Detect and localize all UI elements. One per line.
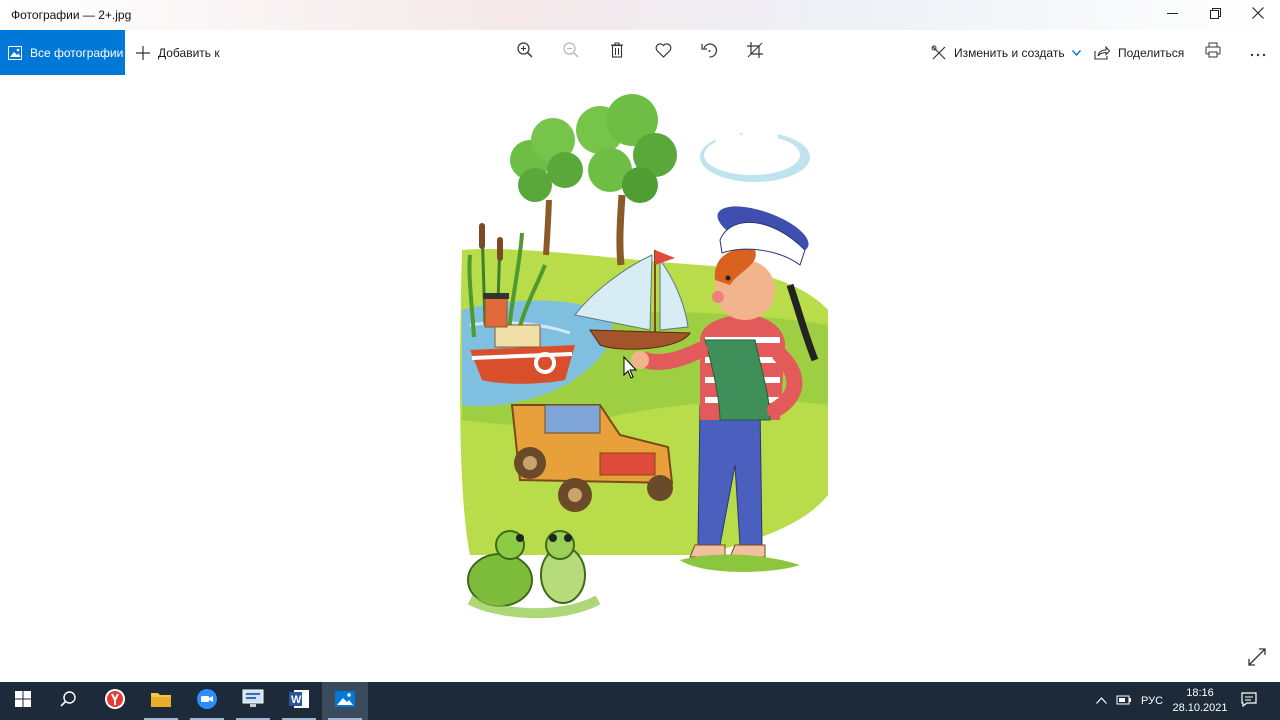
- photos-collection-icon: [8, 45, 22, 60]
- print-icon: [1205, 42, 1221, 63]
- word-icon: W: [288, 689, 310, 714]
- restore-button[interactable]: [1192, 0, 1238, 30]
- chevron-down-icon: [1071, 49, 1081, 56]
- print-button[interactable]: [1196, 30, 1230, 75]
- taskbar: W РУС 18:16 28.10.2021: [0, 682, 1280, 720]
- app-toolbar: Все фотографии Добавить к Изменить и соз…: [0, 30, 1280, 75]
- all-photos-button[interactable]: Все фотографии: [0, 30, 125, 75]
- share-icon: [1094, 45, 1110, 60]
- file-explorer-icon: [150, 690, 172, 713]
- search-icon: [60, 690, 76, 712]
- search-button[interactable]: [45, 682, 91, 720]
- notifications-button[interactable]: [1236, 682, 1262, 720]
- restore-icon: [1209, 6, 1221, 24]
- favorite-button[interactable]: [646, 30, 680, 75]
- clock-date: 28.10.2021: [1172, 702, 1228, 714]
- share-label: Поделиться: [1118, 45, 1185, 60]
- add-to-button[interactable]: Добавить к: [136, 30, 220, 75]
- add-to-label: Добавить к: [158, 45, 220, 60]
- plus-icon: [136, 45, 150, 60]
- trees: [510, 94, 677, 266]
- zoom-button[interactable]: [184, 682, 230, 720]
- zoom-out-button[interactable]: [554, 30, 588, 75]
- more-button[interactable]: [1241, 30, 1275, 75]
- favorite-icon: [655, 42, 672, 63]
- share-button[interactable]: Поделиться: [1094, 30, 1184, 75]
- window-title: Фотографии — 2+.jpg: [11, 8, 132, 22]
- close-button[interactable]: [1235, 0, 1280, 30]
- chevron-up-icon: [1095, 695, 1107, 707]
- edit-tools-icon: [931, 45, 947, 61]
- illustration: [460, 94, 828, 619]
- clock-time: 18:16: [1186, 687, 1214, 699]
- file-explorer-button[interactable]: [138, 682, 184, 720]
- fullscreen-button[interactable]: [1245, 647, 1269, 671]
- notification-icon: [1241, 692, 1257, 710]
- crop-button[interactable]: [738, 30, 772, 75]
- delete-button[interactable]: [600, 30, 634, 75]
- yandex-browser-icon: [104, 688, 126, 715]
- photos-icon: [334, 690, 356, 713]
- delete-icon: [610, 42, 624, 63]
- yandex-browser-button[interactable]: [92, 682, 138, 720]
- minimize-button[interactable]: [1149, 0, 1195, 30]
- close-icon: [1252, 6, 1264, 24]
- crop-icon: [747, 42, 763, 63]
- start-button[interactable]: [0, 682, 46, 720]
- show-hidden-icons-button[interactable]: [1092, 682, 1110, 720]
- language-label: РУС: [1140, 695, 1164, 707]
- photo-viewer-canvas[interactable]: [0, 75, 1280, 682]
- minimize-icon: [1166, 6, 1178, 24]
- monitor-app-button[interactable]: [230, 682, 276, 720]
- monitor-app-icon: [242, 689, 264, 714]
- zoom-icon: [196, 688, 218, 715]
- photos-button[interactable]: [322, 682, 368, 720]
- more-icon: [1250, 44, 1266, 62]
- word-button[interactable]: W: [276, 682, 322, 720]
- edit-create-button[interactable]: Изменить и создать: [931, 30, 1081, 75]
- rotate-icon: [700, 42, 718, 64]
- title-bar: Фотографии — 2+.jpg: [0, 0, 1280, 30]
- zoom-out-icon: [563, 42, 579, 63]
- cloud: [700, 119, 810, 182]
- zoom-in-button[interactable]: [508, 30, 542, 75]
- all-photos-label: Все фотографии: [30, 45, 124, 60]
- edit-create-label: Изменить и создать: [954, 45, 1065, 60]
- rotate-button[interactable]: [692, 30, 726, 75]
- expand-icon: [1248, 647, 1266, 671]
- language-indicator[interactable]: РУС: [1138, 682, 1166, 720]
- network-icon: [1116, 694, 1132, 709]
- start-icon: [15, 690, 31, 712]
- network-status-button[interactable]: [1113, 682, 1135, 720]
- svg-text:W: W: [291, 694, 302, 706]
- zoom-in-icon: [517, 42, 533, 63]
- clock[interactable]: 18:16 28.10.2021: [1170, 686, 1230, 716]
